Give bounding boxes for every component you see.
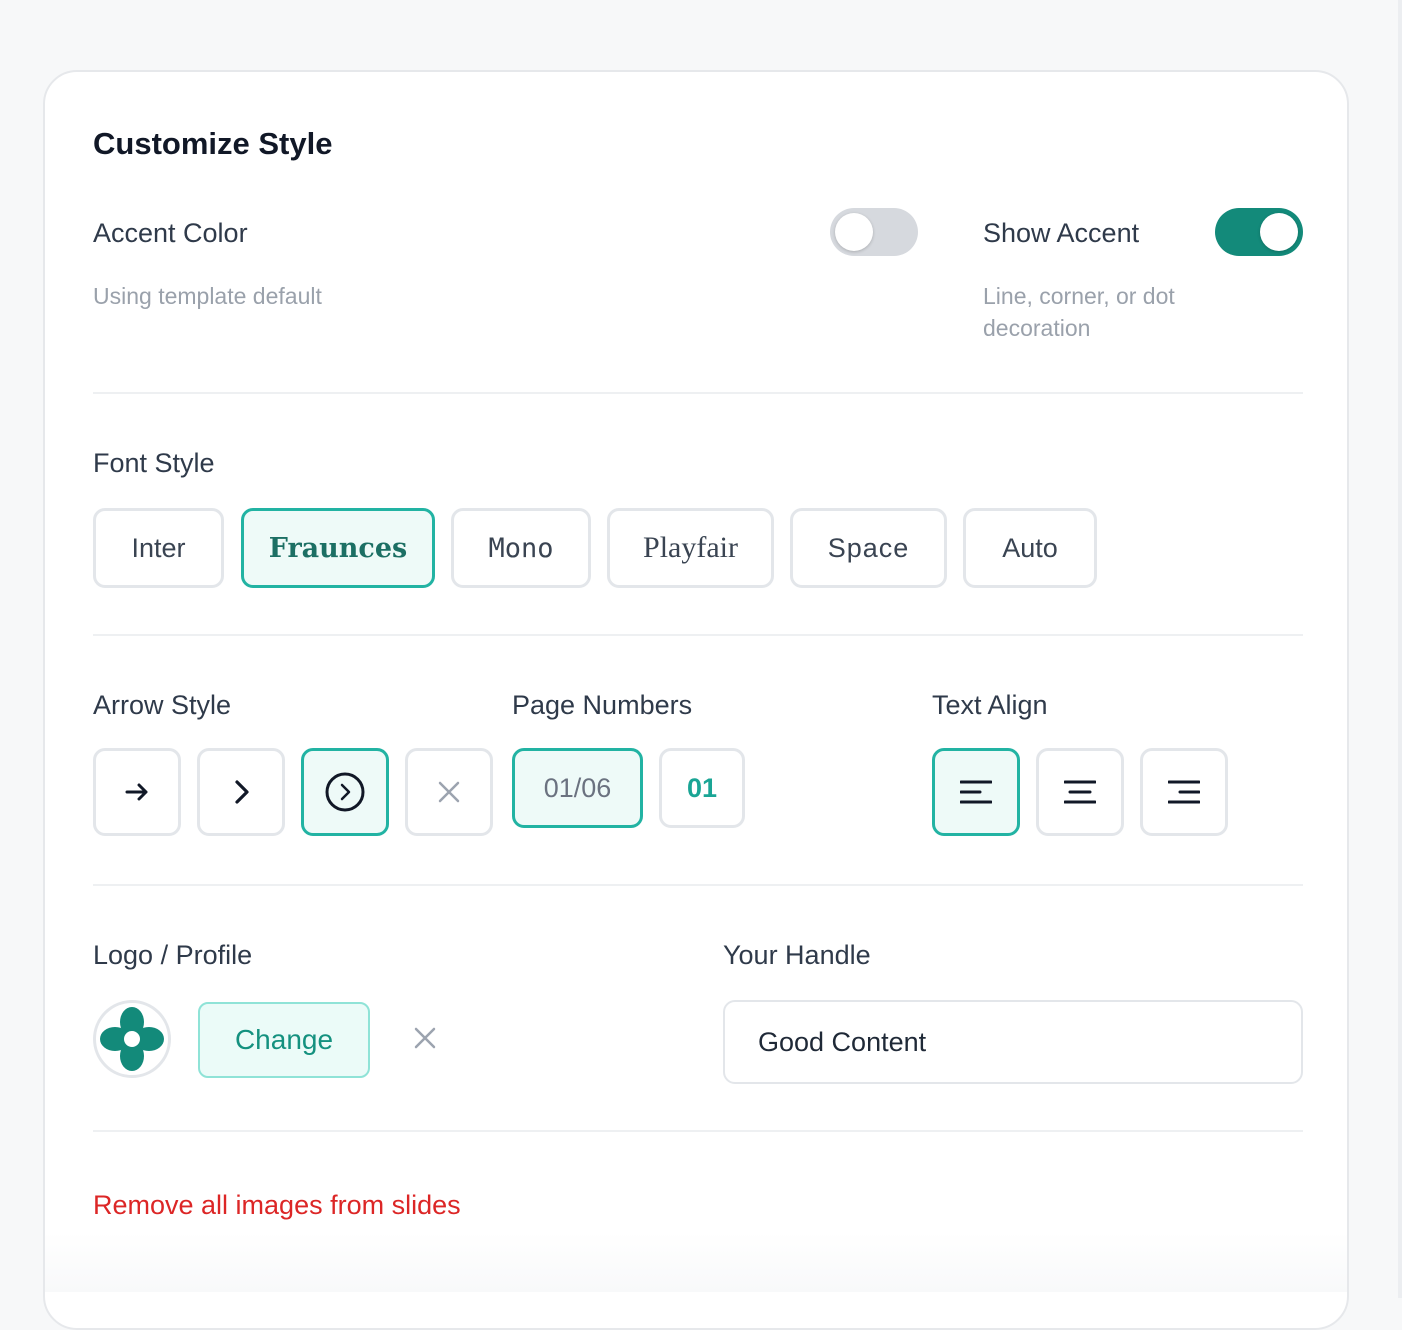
page-numbers-label: Page Numbers [512, 690, 693, 720]
text-align-label: Text Align [932, 690, 1048, 720]
divider [93, 1130, 1303, 1132]
arrow-option-none[interactable] [405, 748, 493, 836]
avatar [93, 1000, 171, 1078]
chevron-right-icon [235, 780, 249, 804]
divider [93, 634, 1303, 636]
text-align-option-right[interactable] [1140, 748, 1228, 836]
font-option-mono[interactable]: Mono [451, 508, 591, 588]
page-number-option-number[interactable]: 01 [659, 748, 745, 828]
arrow-style-label: Arrow Style [93, 690, 232, 720]
page-number-option-fraction[interactable]: 01/06 [512, 748, 643, 828]
divider [93, 392, 1303, 394]
show-accent-description-line2: decoration [983, 315, 1091, 341]
font-style-label: Font Style [93, 448, 215, 478]
font-option-inter[interactable]: Inter [93, 508, 224, 588]
arrow-right-icon [125, 783, 148, 801]
toggle-knob [1260, 213, 1298, 251]
close-icon [414, 1027, 436, 1049]
remove-all-images-link[interactable]: Remove all images from slides [93, 1190, 461, 1221]
text-align-option-center[interactable] [1036, 748, 1124, 836]
scrollbar-track [1398, 0, 1402, 1298]
circle-chevron-right-icon [325, 772, 365, 812]
change-logo-button[interactable]: Change [198, 1002, 370, 1078]
accent-color-label: Accent Color [93, 218, 248, 248]
divider [93, 884, 1303, 886]
accent-color-toggle[interactable] [830, 208, 918, 256]
font-option-fraunces[interactable]: Fraunces [241, 508, 435, 588]
remove-logo-button[interactable] [411, 1024, 439, 1052]
font-option-auto[interactable]: Auto [963, 508, 1097, 588]
handle-label: Your Handle [723, 940, 871, 970]
panel-title: Customize Style [93, 126, 333, 161]
logo-profile-label: Logo / Profile [93, 940, 253, 970]
show-accent-description-line1: Line, corner, or dot [983, 283, 1175, 309]
close-icon [438, 781, 460, 803]
align-right-icon [1168, 780, 1200, 804]
customize-style-panel: Customize Style Accent Color Using templ… [43, 70, 1349, 1330]
font-option-space[interactable]: Space [790, 508, 947, 588]
text-align-option-left[interactable] [932, 748, 1020, 836]
font-option-playfair[interactable]: Playfair [607, 508, 774, 588]
toggle-knob [835, 213, 873, 251]
handle-input[interactable] [723, 1000, 1303, 1084]
align-center-icon [1064, 780, 1096, 804]
arrow-option-chevron[interactable] [197, 748, 285, 836]
align-left-icon [960, 780, 992, 804]
arrow-option-circle[interactable] [301, 748, 389, 836]
show-accent-label: Show Accent [983, 218, 1140, 248]
arrow-option-arrow[interactable] [93, 748, 181, 836]
accent-color-description: Using template default [93, 283, 322, 309]
show-accent-toggle[interactable] [1215, 208, 1303, 256]
flower-logo-icon [100, 1007, 164, 1071]
